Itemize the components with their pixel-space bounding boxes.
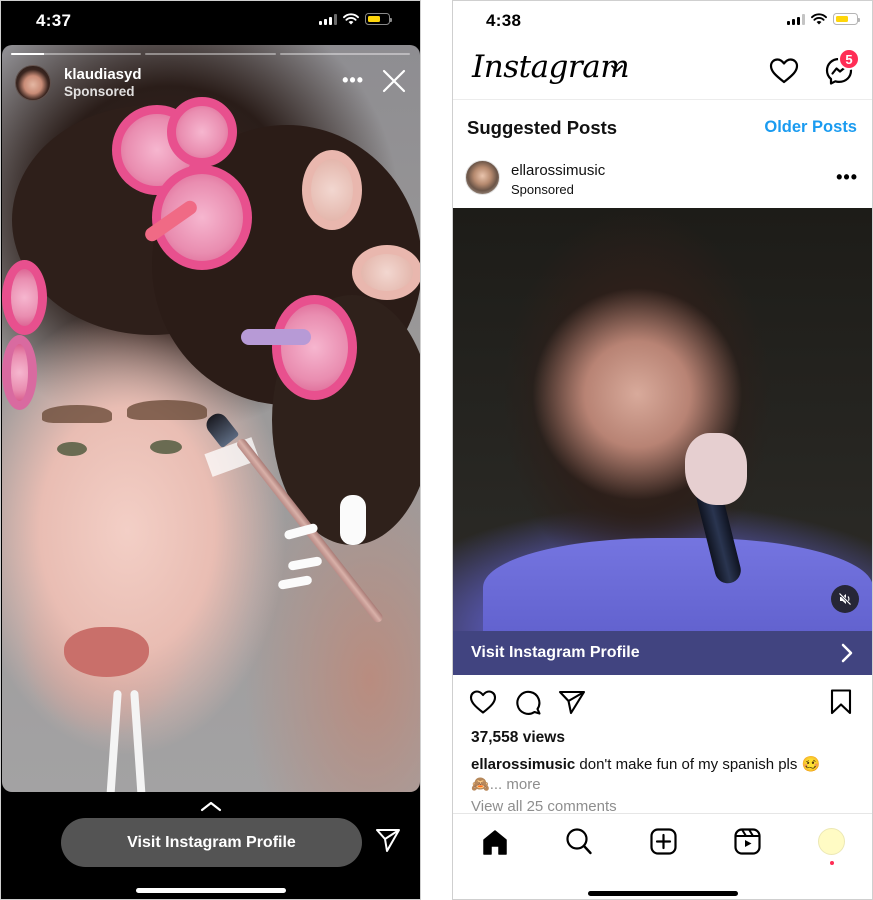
post-video[interactable] xyxy=(453,208,872,631)
bottom-tab-bar xyxy=(453,813,872,899)
feed-screen: 4:38 Instagram 5 Suggested Posts Older P… xyxy=(452,0,873,900)
cellular-signal-icon xyxy=(319,13,337,25)
mute-button[interactable] xyxy=(831,585,859,613)
visit-profile-button[interactable]: Visit Instagram Profile xyxy=(61,818,362,867)
heart-icon[interactable] xyxy=(469,689,497,715)
story-progress xyxy=(11,53,410,55)
caption-username[interactable]: ellarossimusic xyxy=(471,756,575,773)
wifi-icon xyxy=(811,13,827,25)
avatar[interactable] xyxy=(465,160,500,195)
battery-icon xyxy=(833,13,860,25)
section-title: Suggested Posts xyxy=(467,117,618,138)
notification-dot xyxy=(830,861,834,865)
progress-fill xyxy=(11,53,44,55)
caption-emoji: 🙈 xyxy=(471,776,490,793)
visit-profile-label: Visit Instagram Profile xyxy=(471,644,640,661)
top-bar: Instagram 5 xyxy=(453,41,872,100)
story-screen: 4:37 klaudiasyd Sponsored ••• Visit Inst… xyxy=(0,0,421,900)
chevron-right-icon xyxy=(841,643,853,663)
paper-plane-icon[interactable] xyxy=(558,689,586,715)
chevron-down-icon[interactable] xyxy=(610,64,624,73)
post-username[interactable]: ellarossimusic xyxy=(511,162,605,179)
post-header: ellarossimusic Sponsored ••• xyxy=(453,156,872,206)
avatar[interactable] xyxy=(15,65,51,101)
ellipsis-icon[interactable]: ••• xyxy=(342,71,364,89)
bookmark-icon[interactable] xyxy=(829,688,853,716)
paper-plane-icon[interactable] xyxy=(375,827,401,853)
sponsored-label: Sponsored xyxy=(64,84,135,99)
reels-icon[interactable] xyxy=(734,828,761,855)
comment-icon[interactable] xyxy=(514,688,542,716)
instagram-logo[interactable]: Instagram xyxy=(472,49,630,85)
ellipsis-icon[interactable]: ••• xyxy=(836,168,858,186)
wifi-icon xyxy=(343,13,359,25)
status-bar: 4:37 xyxy=(1,1,420,41)
home-indicator[interactable] xyxy=(135,888,286,893)
battery-icon xyxy=(365,13,392,25)
search-icon[interactable] xyxy=(565,827,593,857)
status-time: 4:38 xyxy=(486,11,522,30)
caption-text: don't make fun of my spanish pls 🥴 xyxy=(575,756,821,773)
progress-segment xyxy=(145,53,276,55)
post-actions xyxy=(453,687,872,717)
chevron-up-icon[interactable] xyxy=(200,800,222,812)
message-count-badge: 5 xyxy=(838,48,860,70)
speaker-muted-icon xyxy=(838,592,852,606)
cellular-signal-icon xyxy=(787,13,805,25)
view-count: 37,558 views xyxy=(471,729,565,746)
heart-icon[interactable] xyxy=(769,57,799,85)
status-icons xyxy=(319,13,392,25)
home-icon[interactable] xyxy=(481,828,509,856)
status-icons xyxy=(787,13,860,25)
home-indicator[interactable] xyxy=(587,891,738,896)
create-post-icon[interactable] xyxy=(650,828,677,855)
status-time: 4:37 xyxy=(36,11,72,30)
caption-more-link[interactable]: ... more xyxy=(490,776,541,793)
progress-segment xyxy=(11,53,142,55)
sponsored-label: Sponsored xyxy=(511,182,574,197)
visit-profile-button[interactable]: Visit Instagram Profile xyxy=(453,631,872,675)
story-image[interactable] xyxy=(2,45,420,792)
status-bar: 4:38 xyxy=(453,1,872,41)
profile-avatar[interactable] xyxy=(818,828,845,855)
older-posts-link[interactable]: Older Posts xyxy=(764,118,857,137)
post-caption: ellarossimusic don't make fun of my span… xyxy=(471,755,861,795)
story-username[interactable]: klaudiasyd xyxy=(64,66,142,83)
close-icon[interactable] xyxy=(380,67,408,95)
story-header: klaudiasyd Sponsored ••• xyxy=(15,65,410,103)
progress-segment xyxy=(279,53,410,55)
